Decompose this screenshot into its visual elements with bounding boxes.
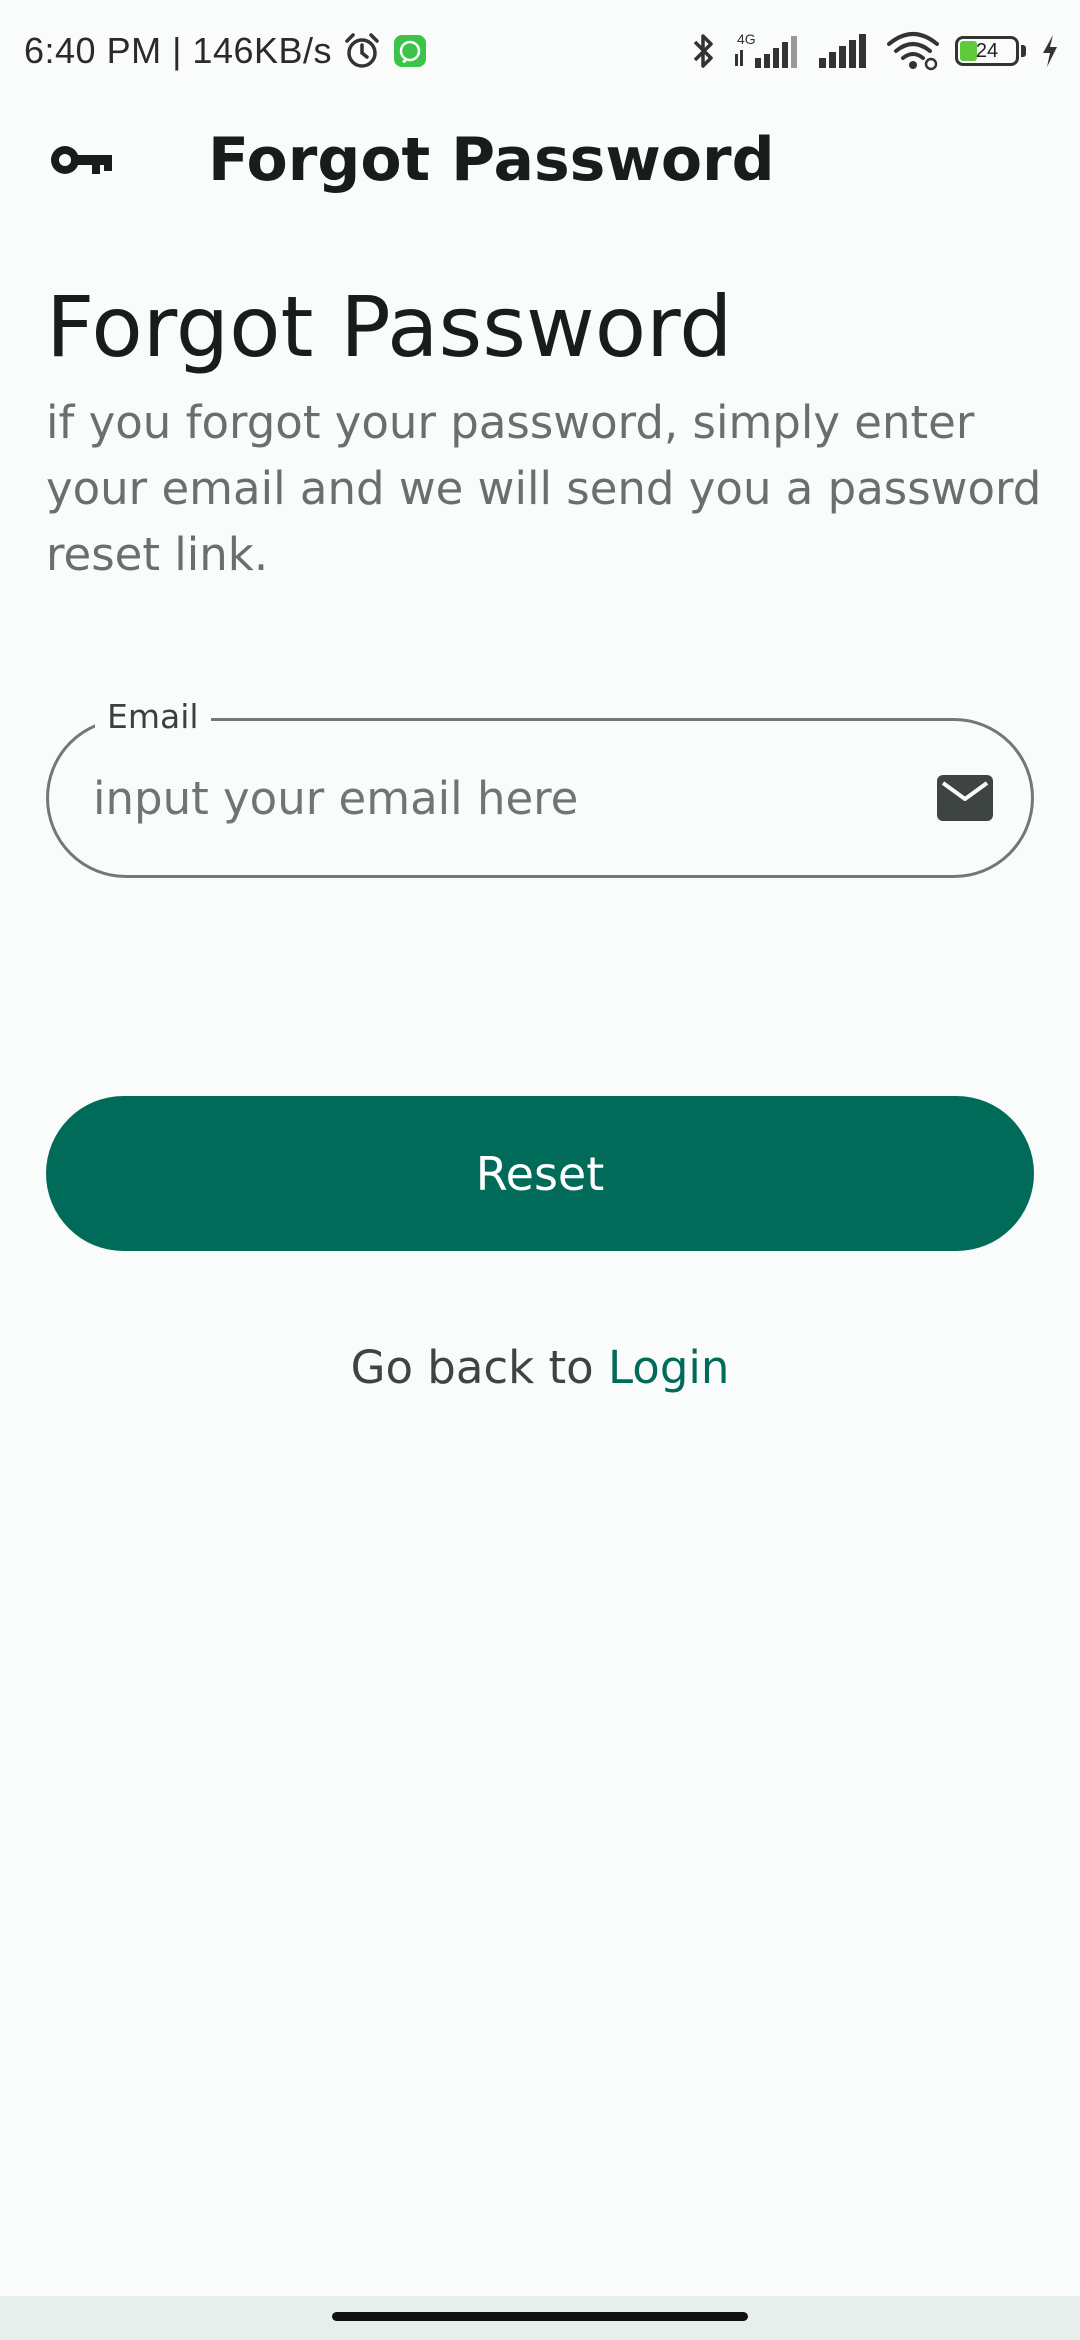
- whatsapp-icon: [394, 35, 427, 67]
- email-input[interactable]: [93, 765, 873, 831]
- battery-fill: [960, 41, 978, 61]
- home-indicator[interactable]: [332, 2312, 748, 2321]
- charging-icon: [1043, 35, 1057, 67]
- status-bar: 6:40 PM | 146KB/s 4G 24: [0, 0, 1080, 100]
- bluetooth-icon: [693, 34, 713, 68]
- signal-4g-icon: 4G: [735, 31, 797, 68]
- navigation-bar: [0, 2296, 1080, 2340]
- signal-icon: [819, 34, 866, 68]
- back-text: Go back to: [350, 1341, 609, 1394]
- back-to-login-row: Go back to Login: [0, 1338, 1080, 1398]
- login-link[interactable]: Login: [608, 1341, 729, 1394]
- status-time-speed: 6:40 PM | 146KB/s: [24, 30, 333, 71]
- wifi-icon: [887, 32, 939, 71]
- email-field-label: Email: [95, 695, 211, 739]
- app-bar: Forgot Password: [0, 110, 1080, 210]
- reset-button[interactable]: Reset: [46, 1096, 1034, 1251]
- status-left: 6:40 PM | 146KB/s: [24, 26, 428, 76]
- battery-level: 24: [975, 39, 999, 62]
- app-bar-title: Forgot Password: [208, 125, 775, 195]
- reset-button-label: Reset: [475, 1146, 605, 1201]
- email-field[interactable]: Email: [46, 695, 1034, 878]
- network-type-label: 4G: [737, 31, 756, 47]
- page-description: if you forgot your password, simply ente…: [46, 396, 1042, 581]
- alarm-icon: [345, 33, 379, 68]
- page-headline: Forgot Password: [46, 278, 733, 376]
- key-icon: [51, 146, 112, 174]
- battery-icon: 24: [955, 36, 1019, 66]
- status-right: 4G 24: [691, 26, 1060, 76]
- mail-icon: [937, 775, 993, 821]
- battery-cap: [1021, 45, 1026, 57]
